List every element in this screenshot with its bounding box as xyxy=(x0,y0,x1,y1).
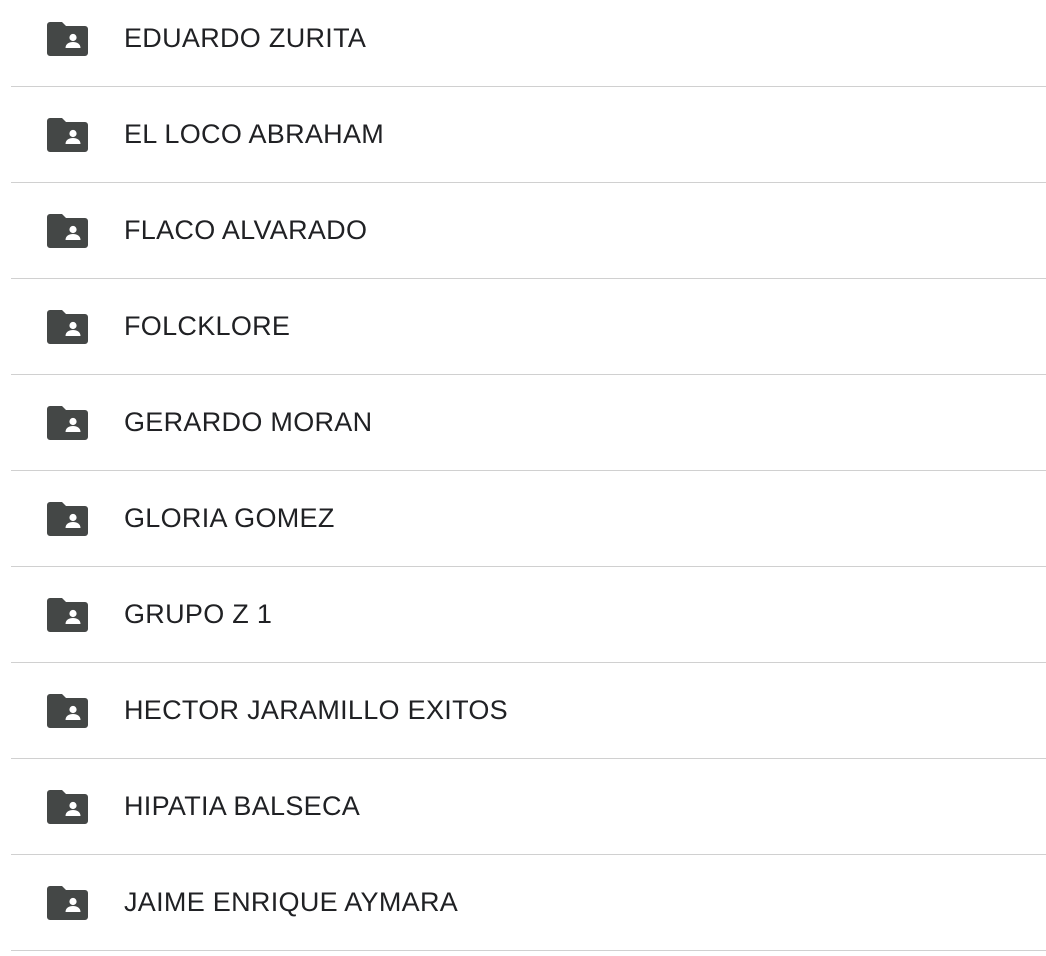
folder-row-folcklore[interactable]: FOLCKLORE xyxy=(11,279,1046,375)
folder-name: EL LOCO ABRAHAM xyxy=(124,119,385,149)
folder-row-jaime-enrique-aymara[interactable]: JAIME ENRIQUE AYMARA xyxy=(11,855,1046,951)
folder-row-grupo-z-1[interactable]: GRUPO Z 1 xyxy=(11,567,1046,663)
folder-name: FLACO ALVARADO xyxy=(124,215,368,245)
folder-name: FOLCKLORE xyxy=(124,311,291,341)
shared-folder-icon xyxy=(47,309,88,344)
shared-folder-icon xyxy=(47,117,88,152)
shared-folder-icon xyxy=(47,21,88,56)
folder-row-hipatia-balseca[interactable]: HIPATIA BALSECA xyxy=(11,759,1046,855)
folder-row-gloria-gomez[interactable]: GLORIA GOMEZ xyxy=(11,471,1046,567)
shared-folder-icon xyxy=(47,885,88,920)
shared-folder-icon xyxy=(47,213,88,248)
folder-row-eduardo-zurita[interactable]: EDUARDO ZURITA xyxy=(11,0,1046,87)
folder-row-hector-jaramillo-exitos[interactable]: HECTOR JARAMILLO EXITOS xyxy=(11,663,1046,759)
shared-folder-icon xyxy=(47,405,88,440)
folder-name: HIPATIA BALSECA xyxy=(124,791,361,821)
folder-name: GERARDO MORAN xyxy=(124,407,373,437)
folder-list: EDUARDO ZURITA EL LOCO ABRAHAM FLACO ALV… xyxy=(11,0,1046,951)
folder-name: HECTOR JARAMILLO EXITOS xyxy=(124,695,508,725)
folder-name: JAIME ENRIQUE AYMARA xyxy=(124,887,459,917)
shared-folder-icon xyxy=(47,597,88,632)
shared-folder-icon xyxy=(47,789,88,824)
folder-row-flaco-alvarado[interactable]: FLACO ALVARADO xyxy=(11,183,1046,279)
folder-row-gerardo-moran[interactable]: GERARDO MORAN xyxy=(11,375,1046,471)
folder-name: GRUPO Z 1 xyxy=(124,599,273,629)
folder-row-el-loco-abraham[interactable]: EL LOCO ABRAHAM xyxy=(11,87,1046,183)
folder-name: GLORIA GOMEZ xyxy=(124,503,335,533)
shared-folder-icon xyxy=(47,501,88,536)
shared-folder-icon xyxy=(47,693,88,728)
folder-name: EDUARDO ZURITA xyxy=(124,23,367,53)
